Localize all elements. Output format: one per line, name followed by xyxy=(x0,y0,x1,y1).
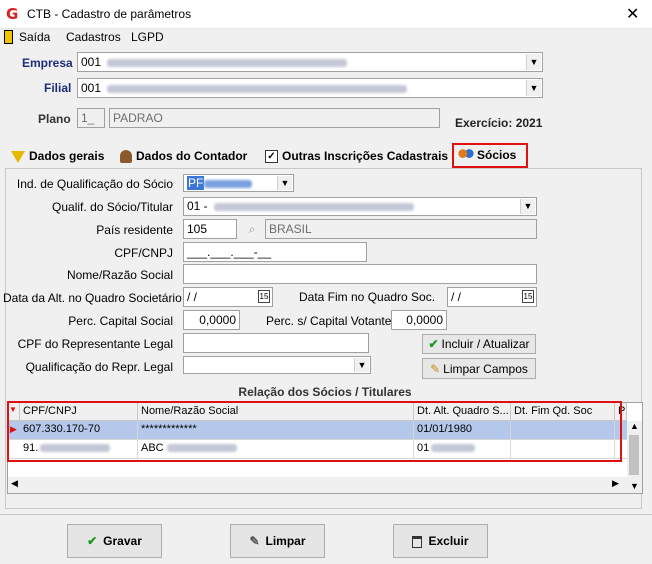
scroll-thumb[interactable] xyxy=(629,435,639,475)
empresa-value: 001 xyxy=(81,55,102,69)
pais-label: País residente xyxy=(96,223,173,237)
ind-qualif-select[interactable]: PF ▼ xyxy=(183,174,294,192)
perc-capital-field[interactable]: 0,0000 xyxy=(183,310,240,330)
data-fim-label: Data Fim no Quadro Soc. xyxy=(299,290,436,304)
tab-dados-gerais[interactable]: Dados gerais xyxy=(7,146,111,168)
checkbox-icon: ✓ xyxy=(265,150,278,164)
check-icon: ✔ xyxy=(87,534,98,548)
scroll-up-icon[interactable]: ▲ xyxy=(630,421,639,431)
menu-saida[interactable]: Saída xyxy=(19,30,50,44)
filial-value: 001 xyxy=(81,81,102,95)
window-title: CTB - Cadastro de parâmetros xyxy=(27,7,192,21)
excluir-label: Excluir xyxy=(428,534,469,548)
broom-icon: ✎ xyxy=(430,362,441,376)
calendar-icon[interactable]: 15 xyxy=(258,290,270,303)
perc-votante-field[interactable]: 0,0000 xyxy=(391,310,447,330)
tab-label: Dados do Contador xyxy=(136,149,248,163)
data-alt-label: Data da Alt. no Quadro Societário xyxy=(3,291,182,305)
eraser-icon: ✎ xyxy=(249,534,260,548)
calendar-icon[interactable]: 15 xyxy=(522,290,534,303)
person-icon xyxy=(120,150,132,164)
data-fim-field[interactable]: / / 15 xyxy=(447,287,537,307)
data-fim-value: / / xyxy=(451,290,462,304)
perc-votante-label: Perc. s/ Capital Votante xyxy=(266,314,392,328)
cpf-cnpj-label: CPF/CNPJ xyxy=(114,246,173,260)
horizontal-scrollbar[interactable]: ◀ ▶ xyxy=(8,477,627,493)
pais-name-field: BRASIL xyxy=(265,219,537,239)
chevron-down-icon[interactable]: ▼ xyxy=(277,176,292,190)
cpf-repr-label: CPF do Representante Legal xyxy=(17,337,173,351)
plano-label: Plano xyxy=(38,112,71,126)
data-alt-value: / / xyxy=(187,290,198,304)
filial-select[interactable]: 001 ▼ xyxy=(77,78,543,98)
cpf-cnpj-field[interactable]: ___.___.___-__ xyxy=(183,242,367,262)
plano-name-field: PADRAO xyxy=(109,108,440,128)
nome-label: Nome/Razão Social xyxy=(66,268,173,282)
app-logo-icon: G xyxy=(6,5,19,23)
tab-outras-inscricoes[interactable]: ✓ Outras Inscrições Cadastrais xyxy=(261,146,451,168)
empresa-label: Empresa xyxy=(22,56,73,70)
limpar-campos-button[interactable]: ✎ Limpar Campos xyxy=(422,358,536,379)
plano-code-field: 1_ xyxy=(77,108,105,128)
binoculars-icon[interactable]: ⌕ xyxy=(241,219,263,239)
gravar-label: Gravar xyxy=(103,534,142,548)
tab-label: Outras Inscrições Cadastrais xyxy=(282,149,449,163)
ind-qualif-label: Ind. de Qualificação do Sócio xyxy=(16,177,173,191)
nome-field[interactable] xyxy=(183,264,537,284)
exit-icon xyxy=(4,30,13,44)
qualif-socio-select[interactable]: 01 - ▼ xyxy=(183,197,537,216)
limpar-campos-label: Limpar Campos xyxy=(443,362,528,376)
ind-qualif-value: PF xyxy=(187,176,205,190)
tab-label: Dados gerais xyxy=(29,149,105,163)
qualif-socio-value: 01 - xyxy=(187,199,208,213)
rows-highlight xyxy=(7,401,622,462)
menu-cadastros[interactable]: Cadastros xyxy=(66,30,121,44)
menu-bar: Saída Cadastros LGPD xyxy=(0,29,652,47)
pais-code-field[interactable]: 105 xyxy=(183,219,237,239)
data-alt-field[interactable]: / / 15 xyxy=(183,287,273,307)
empresa-select[interactable]: 001 ▼ xyxy=(77,52,543,72)
qualif-socio-label: Qualif. do Sócio/Titular xyxy=(52,200,173,214)
perc-capital-label: Perc. Capital Social xyxy=(68,314,173,328)
tab-label: Sócios xyxy=(477,148,517,162)
excluir-button[interactable]: Excluir xyxy=(393,524,488,558)
incluir-atualizar-button[interactable]: ✔ Incluir / Atualizar xyxy=(422,334,536,354)
chevron-down-icon[interactable]: ▼ xyxy=(526,80,541,96)
chevron-down-icon[interactable]: ▼ xyxy=(520,199,535,214)
chevron-down-icon[interactable]: ▼ xyxy=(354,358,369,372)
check-icon: ✔ xyxy=(428,337,439,351)
filial-label: Filial xyxy=(44,81,72,95)
partners-icon xyxy=(458,149,474,163)
scroll-down-icon[interactable]: ▼ xyxy=(630,481,639,491)
tab-socios[interactable]: Sócios xyxy=(452,143,528,168)
trash-icon xyxy=(412,535,423,548)
qualif-repr-label: Qualificação do Repr. Legal xyxy=(25,360,173,374)
scroll-left-icon[interactable]: ◀ xyxy=(11,478,18,489)
close-icon[interactable]: ✕ xyxy=(626,4,639,23)
title-bar: G CTB - Cadastro de parâmetros ✕ xyxy=(0,0,652,29)
cpf-repr-field[interactable] xyxy=(183,333,369,353)
divider xyxy=(0,514,652,515)
limpar-label: Limpar xyxy=(265,534,306,548)
chevron-down-icon[interactable]: ▼ xyxy=(526,54,541,70)
gravar-button[interactable]: ✔ Gravar xyxy=(67,524,162,558)
qualif-repr-select[interactable]: ▼ xyxy=(183,356,371,374)
scroll-right-icon[interactable]: ▶ xyxy=(612,478,619,489)
vertical-scrollbar[interactable]: ▲ ▼ xyxy=(627,421,642,493)
incluir-label: Incluir / Atualizar xyxy=(441,337,530,351)
limpar-button[interactable]: ✎ Limpar xyxy=(230,524,325,558)
funnel-icon xyxy=(11,150,25,163)
grid-title: Relação dos Sócios / Titulares xyxy=(238,385,412,399)
menu-lgpd[interactable]: LGPD xyxy=(131,30,164,44)
tab-dados-contador[interactable]: Dados do Contador xyxy=(116,146,254,168)
exercicio-label: Exercício: 2021 xyxy=(455,116,543,130)
